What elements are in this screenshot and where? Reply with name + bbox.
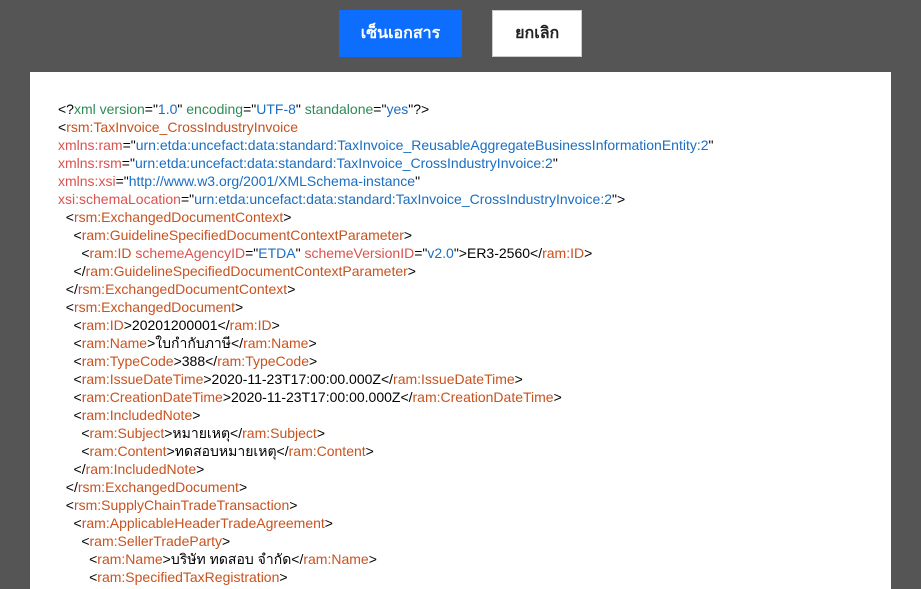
cancel-button[interactable]: ยกเลิก	[492, 10, 582, 57]
toolbar: เซ็นเอกสาร ยกเลิก	[0, 0, 921, 72]
xml-content: <?xml version="1.0" encoding="UTF-8" sta…	[58, 100, 863, 586]
xml-panel: <?xml version="1.0" encoding="UTF-8" sta…	[30, 72, 891, 589]
sign-button[interactable]: เซ็นเอกสาร	[339, 10, 462, 57]
